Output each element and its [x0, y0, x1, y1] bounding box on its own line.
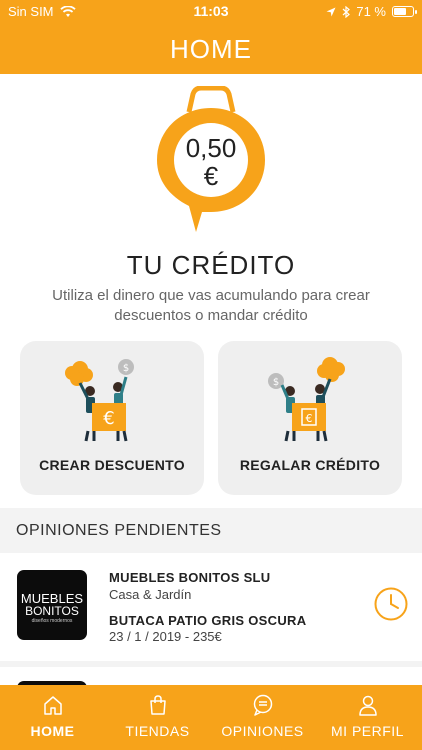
svg-text:€: € — [306, 412, 313, 425]
create-discount-label: CREAR DESCUENTO — [39, 457, 185, 473]
user-icon — [359, 695, 377, 716]
store-logo: MUEBLES BONITOS diseños modernos — [17, 570, 87, 640]
store-name: MUEBLES BONITOS SLU — [109, 570, 271, 585]
product-name: BUTACA PATIO GRIS OSCURA — [109, 613, 307, 628]
battery-icon — [392, 6, 417, 17]
tab-opiniones-label: OPINIONES — [221, 723, 304, 739]
home-icon — [44, 696, 62, 715]
gift-credit-card[interactable]: $ € REGALAR CRÉDITO — [218, 341, 402, 495]
store-category: Casa & Jardín — [109, 587, 192, 602]
tab-mi-perfil[interactable]: MI PERFIL — [315, 685, 420, 750]
svg-text:$: $ — [123, 363, 129, 374]
status-right: 71 % — [326, 4, 417, 19]
page-title: HOME — [170, 34, 252, 64]
credit-amount-value: 0,50 — [185, 133, 237, 163]
tab-home[interactable]: HOME — [0, 685, 105, 750]
tab-tiendas[interactable]: TIENDAS — [105, 685, 210, 750]
credit-description: Utiliza el dinero que vas acumulando par… — [52, 287, 370, 324]
purchase-date-price: 23 / 1 / 2019 - 235€ — [109, 629, 222, 644]
tab-opiniones[interactable]: OPINIONES — [210, 685, 315, 750]
create-discount-card[interactable]: $ € CREAR DESCUENTO — [20, 341, 204, 495]
pending-reviews-header: OPINIONES PENDIENTES — [0, 508, 422, 553]
gift-credit-label: REGALAR CRÉDITO — [239, 457, 381, 473]
location-arrow-icon — [326, 7, 336, 16]
clock-icon[interactable] — [373, 586, 409, 622]
store-logo-line2: BONITOS — [25, 604, 79, 618]
create-discount-illustration: $ € — [65, 359, 134, 442]
credit-amount-currency: € — [203, 161, 219, 191]
next-review-item[interactable] — [0, 667, 422, 691]
chat-bubble-icon — [253, 694, 273, 716]
section-title: OPINIONES PENDIENTES — [16, 522, 222, 539]
app-header: Sin SIM 11:03 71 % HOME — [0, 0, 422, 74]
shopping-bag-icon — [150, 695, 166, 715]
review-list-item[interactable]: MUEBLES BONITOS diseños modernos MUEBLES… — [0, 553, 422, 661]
battery-fill — [394, 8, 407, 15]
store-logo-line3: diseños modernos — [31, 618, 73, 624]
gift-credit-illustration: $ € — [268, 357, 345, 442]
credit-badge: 0,50 € — [155, 86, 267, 236]
credit-amount: 0,50 € — [155, 134, 267, 190]
tab-tiendas-label: TIENDAS — [125, 723, 190, 739]
battery-percent: 71 % — [356, 4, 386, 19]
status-bar: Sin SIM 11:03 71 % — [0, 0, 422, 22]
svg-text:€: € — [103, 408, 114, 429]
tab-bar: HOME TIENDAS OPINIONES MI PERFIL — [0, 685, 422, 750]
svg-text:$: $ — [273, 377, 279, 388]
bluetooth-icon — [342, 5, 351, 18]
credit-title: TU CRÉDITO — [126, 250, 296, 280]
tab-mi-perfil-label: MI PERFIL — [331, 723, 404, 739]
tab-home-label: HOME — [30, 723, 75, 739]
